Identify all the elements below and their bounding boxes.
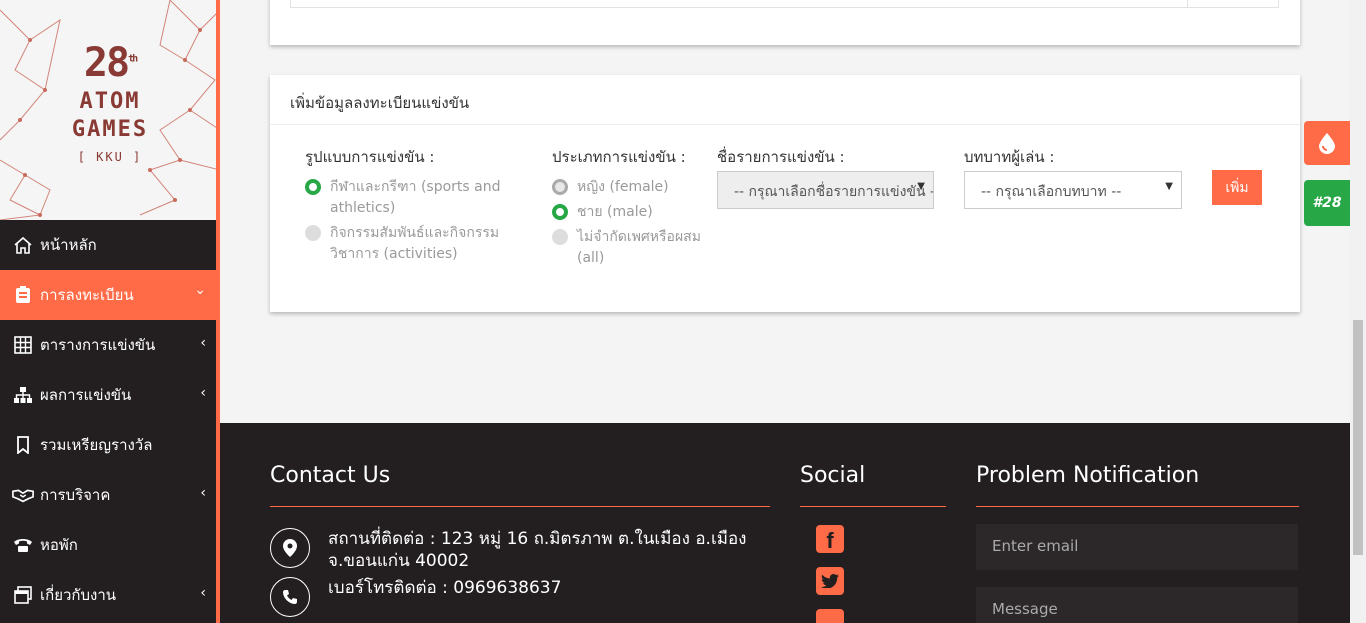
add-button[interactable]: เพิ่ม [1212, 170, 1262, 205]
drop-icon [1319, 133, 1335, 154]
phone-icon [270, 577, 310, 617]
dropdown-arrow-icon: ▼ [917, 181, 925, 192]
format-group: รูปแบบการแข่งขัน : กีฬาและกรีฑา (sports … [305, 145, 505, 269]
contact-divider [270, 506, 770, 507]
sidebar: 28th ATOM GAMES [ KKU ] หน้าหลักการลงทะเ… [0, 0, 220, 623]
sidebar-item-4[interactable]: รวมเหรียญรางวัล [0, 420, 216, 470]
scrollbar-thumb[interactable] [1353, 320, 1363, 555]
window-icon [12, 584, 34, 606]
radio-option[interactable]: ไม่จำกัดเพศหรือผสม (all) [552, 227, 702, 269]
radio-button[interactable] [305, 179, 321, 195]
sidebar-menu: หน้าหลัก การลงทะเบียน ⌄ ตารางการแข่งขัน ‹ ผลก… [0, 220, 216, 620]
radio-button[interactable] [305, 225, 321, 241]
message-input[interactable]: Message [976, 587, 1298, 623]
radio-option[interactable]: กีฬาและกรีฑา (sports and athletics) [305, 177, 505, 219]
sidebar-item-label: หน้าหลัก [40, 236, 97, 254]
instagram-icon[interactable] [816, 609, 844, 623]
role-select-value: -- กรุณาเลือกบทบาท -- [981, 184, 1122, 200]
phone-icon [12, 534, 34, 556]
sitemap-icon [12, 384, 34, 406]
radio-button[interactable] [552, 229, 568, 245]
role-title: บทบาทผู้เล่น : [964, 148, 1055, 166]
event-select-value: -- กรุณาเลือกชื่อรายการแข่งขัน -- [734, 184, 934, 200]
radio-label: กีฬาและกรีฑา (sports and athletics) [330, 179, 501, 216]
sidebar-item-1[interactable]: การลงทะเบียน ⌄ [0, 270, 216, 320]
registration-form-card: เพิ่มข้อมูลลงทะเบียนแข่งขัน รูปแบบการแข่… [270, 75, 1300, 312]
phone-text: เบอร์โทรติดต่อ : 0969638637 [328, 578, 562, 598]
chevron-left-icon: ‹ [200, 585, 206, 601]
type-title: ประเภทการแข่งขัน : [552, 148, 686, 166]
table-icon [12, 334, 34, 356]
logo-number: 28 [83, 40, 130, 86]
handshake-icon [12, 484, 34, 506]
problem-title: Problem Notification [976, 463, 1200, 488]
radio-button[interactable] [552, 204, 568, 220]
radio-label: ชาย (male) [577, 204, 653, 220]
sidebar-item-7[interactable]: เกี่ยวกับงาน ‹ [0, 570, 216, 620]
twitter-icon[interactable] [816, 567, 844, 595]
radio-label: ไม่จำกัดเพศหรือผสม (all) [577, 229, 701, 266]
email-input[interactable]: Enter email [976, 524, 1298, 570]
sidebar-item-label: การบริจาค [40, 486, 111, 504]
chevron-left-icon: ‹ [200, 335, 206, 351]
sidebar-item-label: หอพัก [40, 536, 78, 554]
address-row: สถานที่ติดต่อ : 123 หมู่ 16 ถ.มิตรภาพ ต.… [270, 528, 768, 572]
sidebar-item-label: ผลการแข่งขัน [40, 386, 132, 404]
logo-games: GAMES [71, 117, 149, 142]
scrollbar[interactable] [1350, 0, 1366, 623]
address-text: สถานที่ติดต่อ : 123 หมู่ 16 ถ.มิตรภาพ ต.… [328, 529, 747, 571]
chevron-left-icon: ‹ [200, 485, 206, 501]
radio-option[interactable]: กิจกรรมสัมพันธ์และกิจกรรมวิชาการ (activi… [305, 223, 505, 265]
chevron-left-icon: ‹ [200, 385, 206, 401]
sidebar-item-6[interactable]: หอพัก [0, 520, 216, 570]
format-title: รูปแบบการแข่งขัน : [305, 148, 435, 166]
home-icon [12, 234, 34, 256]
bookmark-icon [12, 434, 34, 456]
sidebar-item-3[interactable]: ผลการแข่งขัน ‹ [0, 370, 216, 420]
radio-label: หญิง (female) [577, 179, 669, 195]
previous-table [290, 0, 1279, 8]
social-title: Social [800, 463, 866, 488]
logo-kku: [ KKU ] [77, 150, 143, 164]
dropdown-arrow-icon: ▼ [1165, 181, 1173, 192]
phone-row: เบอร์โทรติดต่อ : 0969638637 [270, 577, 768, 617]
footer: Contact Us สถานที่ติดต่อ : 123 หมู่ 16 ถ… [220, 423, 1350, 623]
map-marker-icon [270, 528, 310, 568]
sidebar-item-0[interactable]: หน้าหลัก [0, 220, 216, 270]
logo-atom: ATOM [79, 89, 141, 114]
sidebar-item-5[interactable]: การบริจาค ‹ [0, 470, 216, 520]
radio-option[interactable]: ชาย (male) [552, 202, 702, 223]
sidebar-item-label: การลงทะเบียน [40, 286, 134, 304]
sidebar-item-label: เกี่ยวกับงาน [40, 586, 117, 604]
previous-card [270, 0, 1300, 45]
event-badge-button[interactable]: #28 [1304, 180, 1350, 226]
problem-divider [976, 506, 1299, 507]
sidebar-item-2[interactable]: ตารางการแข่งขัน ‹ [0, 320, 216, 370]
radio-label: กิจกรรมสัมพันธ์และกิจกรรมวิชาการ (activi… [330, 225, 500, 262]
event-select[interactable]: -- กรุณาเลือกชื่อรายการแข่งขัน -- ▼ [717, 171, 934, 209]
radio-button[interactable] [552, 179, 568, 195]
contact-title: Contact Us [270, 463, 391, 488]
radio-option[interactable]: หญิง (female) [552, 177, 702, 198]
logo[interactable]: 28th ATOM GAMES [ KKU ] [0, 0, 216, 220]
event-title: ชื่อรายการแข่งขัน : [717, 148, 845, 166]
social-divider [800, 506, 946, 507]
register-icon [12, 284, 34, 306]
type-group: ประเภทการแข่งขัน : หญิง (female) ชาย (mal… [552, 145, 702, 273]
role-select[interactable]: -- กรุณาเลือกบทบาท -- ▼ [964, 171, 1182, 209]
blood-donation-button[interactable] [1304, 121, 1350, 165]
logo-text: 28th ATOM GAMES [ KKU ] [60, 40, 160, 164]
chevron-down-icon: ⌄ [194, 282, 206, 298]
logo-sup: th [128, 53, 138, 65]
form-header: เพิ่มข้อมูลลงทะเบียนแข่งขัน [270, 75, 1300, 125]
facebook-icon[interactable]: f [816, 525, 844, 553]
sidebar-item-label: รวมเหรียญรางวัล [40, 436, 153, 454]
sidebar-item-label: ตารางการแข่งขัน [40, 336, 156, 354]
